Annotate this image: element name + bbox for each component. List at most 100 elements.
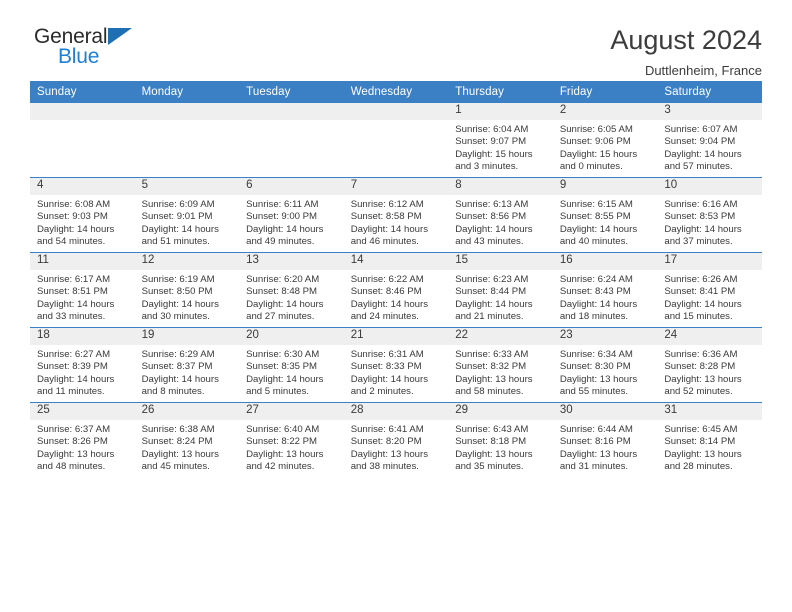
weekday-header-wednesday: Wednesday (343, 81, 449, 103)
calendar-day-cell[interactable]: 2 Sunrise: 6:05 AM Sunset: 9:06 PM Daylight… (552, 103, 658, 178)
day-number: 6 (239, 178, 344, 195)
weekday-header-monday: Monday (134, 81, 240, 103)
day-number: 7 (343, 178, 449, 195)
sunrise-text: Sunrise: 6:41 AM (350, 424, 424, 435)
calendar-day-cell[interactable]: 25 Sunrise: 6:37 AM Sunset: 8:26 PM Dayligh… (30, 402, 135, 477)
day-number: 10 (657, 178, 762, 195)
calendar-day-cell[interactable]: 14 Sunrise: 6:22 AM Sunset: 8:46 PM Dayligh… (343, 252, 449, 328)
day-number (134, 103, 240, 120)
sunset-text: Sunset: 8:37 PM (141, 361, 213, 373)
sunset-text: Sunset: 8:58 PM (350, 211, 422, 223)
calendar-day-cell[interactable]: 29 Sunrise: 6:43 AM Sunset: 8:18 PM Dayligh… (448, 402, 553, 477)
day-number: 17 (657, 253, 762, 270)
sunrise-text: Sunrise: 6:30 AM (246, 349, 320, 360)
calendar-day-cell[interactable]: 8 Sunrise: 6:13 AM Sunset: 8:56 PM Daylight… (448, 177, 553, 253)
logo-text-general: General (34, 25, 108, 48)
calendar-week-row: 25 Sunrise: 6:37 AM Sunset: 8:26 PM Dayligh… (30, 402, 762, 477)
day-details: Sunrise: 6:16 AM Sunset: 8:53 PM Daylight:… (657, 195, 762, 249)
day-details: Sunrise: 6:41 AM Sunset: 8:20 PM Daylight:… (344, 420, 449, 474)
calendar-day-cell[interactable]: 18 Sunrise: 6:27 AM Sunset: 8:39 PM Dayligh… (30, 327, 135, 403)
sunset-text: Sunset: 8:39 PM (37, 361, 108, 373)
calendar-week-row: 11 Sunrise: 6:17 AM Sunset: 8:51 PM Dayligh… (30, 252, 762, 328)
calendar-day-cell[interactable]: 31 Sunrise: 6:45 AM Sunset: 8:14 PM Dayligh… (657, 402, 762, 477)
calendar-day-cell-empty (134, 103, 240, 178)
daylight-text: Daylight: 15 hours and 0 minutes. (559, 148, 638, 173)
sunset-text: Sunset: 8:22 PM (246, 436, 318, 448)
day-number: 11 (30, 253, 135, 270)
sunset-text: Sunset: 8:51 PM (37, 286, 108, 298)
daylight-text: Daylight: 13 hours and 45 minutes. (141, 448, 219, 473)
day-details: Sunrise: 6:05 AM Sunset: 9:06 PM Daylight:… (553, 120, 658, 174)
sunset-text: Sunset: 8:55 PM (559, 211, 631, 223)
logo-text-blue: Blue (58, 45, 100, 68)
calendar-day-cell[interactable]: 6 Sunrise: 6:11 AM Sunset: 9:00 PM Daylight… (239, 177, 344, 253)
calendar-day-cell[interactable]: 22 Sunrise: 6:33 AM Sunset: 8:32 PM Dayligh… (448, 327, 553, 403)
sunrise-text: Sunrise: 6:23 AM (455, 274, 529, 285)
sunrise-text: Sunrise: 6:44 AM (559, 424, 633, 435)
calendar-day-cell[interactable]: 16 Sunrise: 6:24 AM Sunset: 8:43 PM Dayligh… (552, 252, 658, 328)
sunset-text: Sunset: 8:20 PM (350, 436, 422, 448)
day-number: 30 (552, 403, 658, 420)
day-details: Sunrise: 6:23 AM Sunset: 8:44 PM Daylight:… (448, 270, 553, 324)
sunset-text: Sunset: 8:28 PM (664, 361, 736, 373)
day-number (239, 103, 344, 120)
day-details: Sunrise: 6:07 AM Sunset: 9:04 PM Daylight:… (657, 120, 762, 174)
day-details: Sunrise: 6:11 AM Sunset: 9:00 PM Daylight:… (239, 195, 344, 249)
calendar-day-cell[interactable]: 19 Sunrise: 6:29 AM Sunset: 8:37 PM Dayligh… (134, 327, 240, 403)
day-details: Sunrise: 6:37 AM Sunset: 8:26 PM Daylight:… (30, 420, 135, 474)
day-number: 24 (657, 328, 762, 345)
calendar-day-cell[interactable]: 10 Sunrise: 6:16 AM Sunset: 8:53 PM Dayligh… (657, 177, 762, 253)
calendar-day-cell[interactable]: 24 Sunrise: 6:36 AM Sunset: 8:28 PM Dayligh… (657, 327, 762, 403)
daylight-text: Daylight: 14 hours and 46 minutes. (350, 223, 429, 248)
calendar-day-cell[interactable]: 30 Sunrise: 6:44 AM Sunset: 8:16 PM Dayligh… (552, 402, 658, 477)
daylight-text: Daylight: 14 hours and 49 minutes. (246, 223, 324, 248)
calendar-day-cell-empty (239, 103, 344, 178)
daylight-text: Daylight: 14 hours and 18 minutes. (559, 298, 638, 323)
calendar-day-cell[interactable]: 13 Sunrise: 6:20 AM Sunset: 8:48 PM Dayligh… (239, 252, 344, 328)
calendar-day-cell-empty (30, 103, 135, 178)
day-details: Sunrise: 6:17 AM Sunset: 8:51 PM Daylight:… (30, 270, 135, 324)
sunrise-text: Sunrise: 6:07 AM (664, 124, 738, 135)
calendar-day-cell[interactable]: 5 Sunrise: 6:09 AM Sunset: 9:01 PM Daylight… (134, 177, 240, 253)
sunrise-text: Sunrise: 6:05 AM (559, 124, 633, 135)
day-number (30, 103, 135, 120)
calendar-day-cell[interactable]: 21 Sunrise: 6:31 AM Sunset: 8:33 PM Dayligh… (343, 327, 449, 403)
calendar-day-cell[interactable]: 26 Sunrise: 6:38 AM Sunset: 8:24 PM Dayligh… (134, 402, 240, 477)
calendar-day-cell[interactable]: 11 Sunrise: 6:17 AM Sunset: 8:51 PM Dayligh… (30, 252, 135, 328)
day-details: Sunrise: 6:26 AM Sunset: 8:41 PM Daylight:… (657, 270, 762, 324)
calendar-day-cell[interactable]: 3 Sunrise: 6:07 AM Sunset: 9:04 PM Daylight… (657, 103, 762, 178)
calendar-day-cell[interactable]: 7 Sunrise: 6:12 AM Sunset: 8:58 PM Daylight… (343, 177, 449, 253)
day-details: Sunrise: 6:33 AM Sunset: 8:32 PM Daylight:… (448, 345, 553, 399)
calendar-week-row: 18 Sunrise: 6:27 AM Sunset: 8:39 PM Dayligh… (30, 327, 762, 403)
sunset-text: Sunset: 8:43 PM (559, 286, 631, 298)
sunset-text: Sunset: 8:41 PM (664, 286, 736, 298)
sunrise-text: Sunrise: 6:45 AM (664, 424, 738, 435)
sunset-text: Sunset: 8:18 PM (455, 436, 527, 448)
calendar-day-cell[interactable]: 20 Sunrise: 6:30 AM Sunset: 8:35 PM Dayligh… (239, 327, 344, 403)
calendar-day-cell[interactable]: 1 Sunrise: 6:04 AM Sunset: 9:07 PM Daylight… (448, 103, 553, 178)
sunset-text: Sunset: 9:03 PM (37, 211, 108, 223)
daylight-text: Daylight: 13 hours and 58 minutes. (455, 373, 533, 398)
calendar-day-cell[interactable]: 4 Sunrise: 6:08 AM Sunset: 9:03 PM Daylight… (30, 177, 135, 253)
calendar-day-cell[interactable]: 9 Sunrise: 6:15 AM Sunset: 8:55 PM Daylight… (552, 177, 658, 253)
calendar-day-cell[interactable]: 27 Sunrise: 6:40 AM Sunset: 8:22 PM Dayligh… (239, 402, 344, 477)
daylight-text: Daylight: 13 hours and 42 minutes. (246, 448, 324, 473)
calendar-day-cell[interactable]: 15 Sunrise: 6:23 AM Sunset: 8:44 PM Dayligh… (448, 252, 553, 328)
sunset-text: Sunset: 8:33 PM (350, 361, 422, 373)
calendar-day-cell[interactable]: 23 Sunrise: 6:34 AM Sunset: 8:30 PM Dayligh… (552, 327, 658, 403)
sunrise-text: Sunrise: 6:16 AM (664, 199, 738, 210)
day-details: Sunrise: 6:09 AM Sunset: 9:01 PM Daylight:… (135, 195, 240, 249)
calendar-day-cell[interactable]: 12 Sunrise: 6:19 AM Sunset: 8:50 PM Dayligh… (134, 252, 240, 328)
day-number: 2 (552, 103, 658, 120)
weekday-header-thursday: Thursday (448, 81, 553, 103)
daylight-text: Daylight: 14 hours and 33 minutes. (37, 298, 115, 323)
day-details: Sunrise: 6:30 AM Sunset: 8:35 PM Daylight:… (239, 345, 344, 399)
day-number (343, 103, 449, 120)
sunrise-text: Sunrise: 6:33 AM (455, 349, 529, 360)
calendar-page: General Blue August 2024 Duttlenheim, Fr… (0, 0, 792, 612)
calendar-day-cell[interactable]: 28 Sunrise: 6:41 AM Sunset: 8:20 PM Dayligh… (343, 402, 449, 477)
general-blue-logo[interactable]: General Blue (30, 26, 160, 74)
sunset-text: Sunset: 9:04 PM (664, 136, 736, 148)
sunrise-text: Sunrise: 6:13 AM (455, 199, 529, 210)
calendar-day-cell[interactable]: 17 Sunrise: 6:26 AM Sunset: 8:41 PM Dayligh… (657, 252, 762, 328)
